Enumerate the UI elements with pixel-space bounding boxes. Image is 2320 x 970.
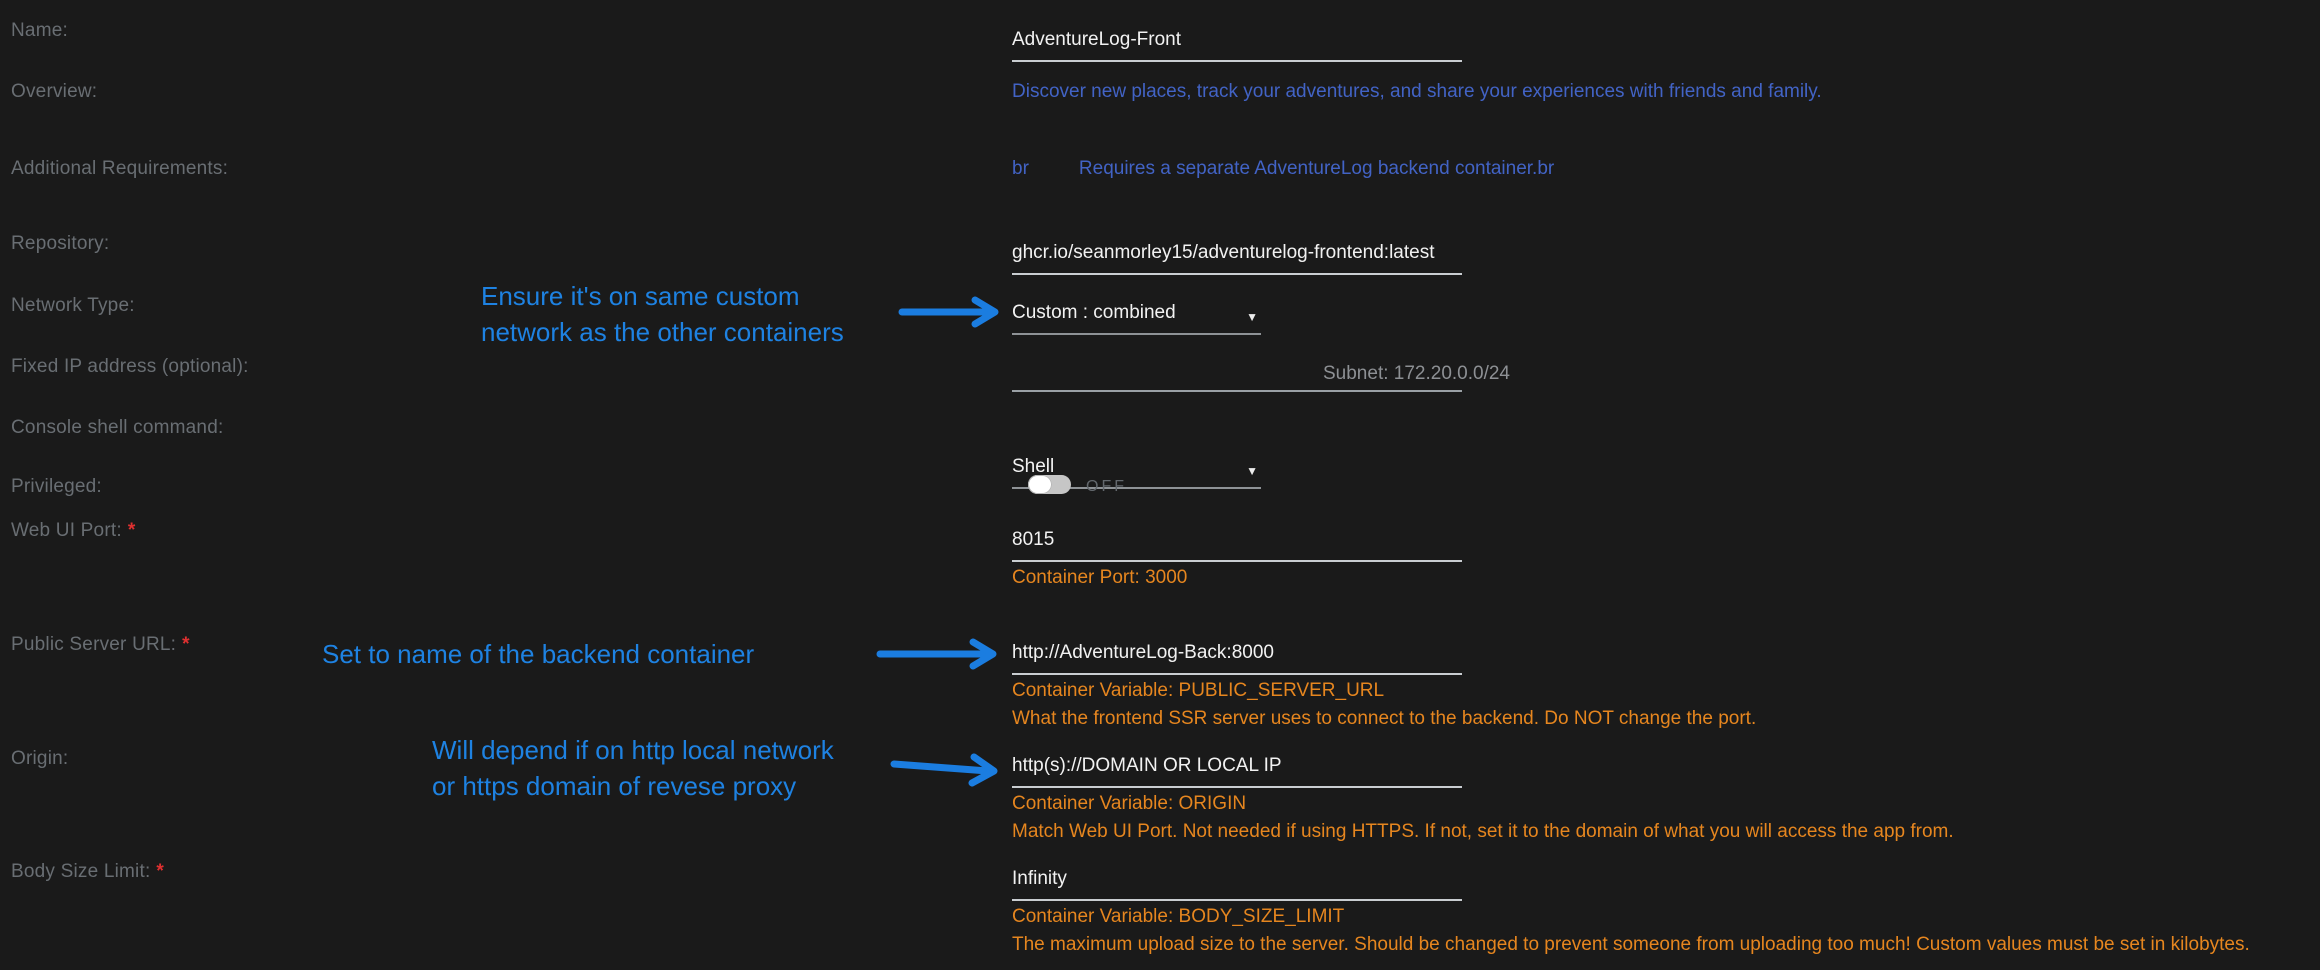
annotation-arrow-icon [876, 636, 1008, 672]
container-variable-line: Container Variable: ORIGIN [1012, 790, 1954, 818]
network-annotation: Ensure it's on same custom network as th… [481, 278, 844, 350]
network-type-select[interactable]: Custom : combined ▼ [1012, 302, 1261, 335]
container-variable-line: Container Variable: PUBLIC_SERVER_URL [1012, 677, 1756, 705]
webui-port-input-wrap [1012, 529, 1462, 562]
chevron-down-icon: ▼ [1246, 460, 1258, 482]
privileged-label: Privileged: [11, 476, 102, 498]
additional-requirements-body: Requires a separate AdventureLog backend… [1079, 158, 1554, 179]
public-server-url-input[interactable] [1012, 642, 1462, 664]
helper-description-line: The maximum upload size to the server. S… [1012, 931, 2250, 959]
overview-label: Overview: [11, 81, 97, 103]
required-asterisk: * [182, 634, 190, 655]
helper-description-line: What the frontend SSR server uses to con… [1012, 705, 1756, 733]
body-size-limit-helpers: Container Variable: BODY_SIZE_LIMIT The … [1012, 903, 2250, 959]
body-size-limit-input[interactable] [1012, 868, 1462, 890]
name-input-wrap [1012, 29, 1462, 62]
body-size-limit-input-wrap [1012, 868, 1462, 901]
body-size-limit-label: Body Size Limit:* [11, 861, 164, 883]
overview-text: Discover new places, track your adventur… [1012, 81, 1822, 103]
console-shell-value: Shell [1012, 456, 1054, 477]
public-server-url-helpers: Container Variable: PUBLIC_SERVER_URL Wh… [1012, 677, 1756, 733]
name-label: Name: [11, 20, 68, 42]
origin-annotation: Will depend if on http local network or … [432, 732, 834, 804]
repository-input-wrap [1012, 242, 1462, 275]
annotation-arrow-icon [896, 294, 1010, 330]
origin-input-wrap [1012, 755, 1462, 788]
subnet-note: Subnet: 172.20.0.0/24 [1323, 363, 1510, 385]
webui-port-label: Web UI Port:* [11, 520, 135, 542]
helper-description-line: Match Web UI Port. Not needed if using H… [1012, 818, 1954, 846]
origin-label: Origin: [11, 748, 68, 770]
container-edit-form: { "colors": { "background": "#1a1a1a", "… [0, 0, 2320, 970]
webui-port-input[interactable] [1012, 529, 1462, 551]
public-server-url-annotation: Set to name of the backend container [322, 636, 754, 672]
additional-requirements-text: br Requires a separate AdventureLog backe… [1012, 158, 1554, 180]
network-type-value: Custom : combined [1012, 302, 1176, 323]
additional-requirements-prefix: br [1012, 158, 1029, 179]
name-input[interactable] [1012, 29, 1462, 51]
repository-label: Repository: [11, 233, 109, 255]
toggle-knob-icon [1028, 475, 1052, 494]
console-shell-label: Console shell command: [11, 417, 223, 439]
fixed-ip-label: Fixed IP address (optional): [11, 356, 249, 378]
privileged-toggle[interactable] [1028, 475, 1071, 494]
privileged-state: OFF [1086, 478, 1127, 496]
required-asterisk: * [128, 520, 136, 541]
repository-input[interactable] [1012, 242, 1462, 264]
public-server-url-input-wrap [1012, 642, 1462, 675]
container-variable-line: Container Variable: BODY_SIZE_LIMIT [1012, 903, 2250, 931]
additional-requirements-label: Additional Requirements: [11, 158, 228, 180]
origin-input[interactable] [1012, 755, 1462, 777]
required-asterisk: * [156, 861, 164, 882]
webui-port-helper: Container Port: 3000 [1012, 564, 1187, 592]
chevron-down-icon: ▼ [1246, 306, 1258, 328]
public-server-url-label: Public Server URL:* [11, 634, 190, 656]
annotation-arrow-icon [888, 750, 1008, 794]
origin-helpers: Container Variable: ORIGIN Match Web UI … [1012, 790, 1954, 846]
network-type-label: Network Type: [11, 295, 135, 317]
